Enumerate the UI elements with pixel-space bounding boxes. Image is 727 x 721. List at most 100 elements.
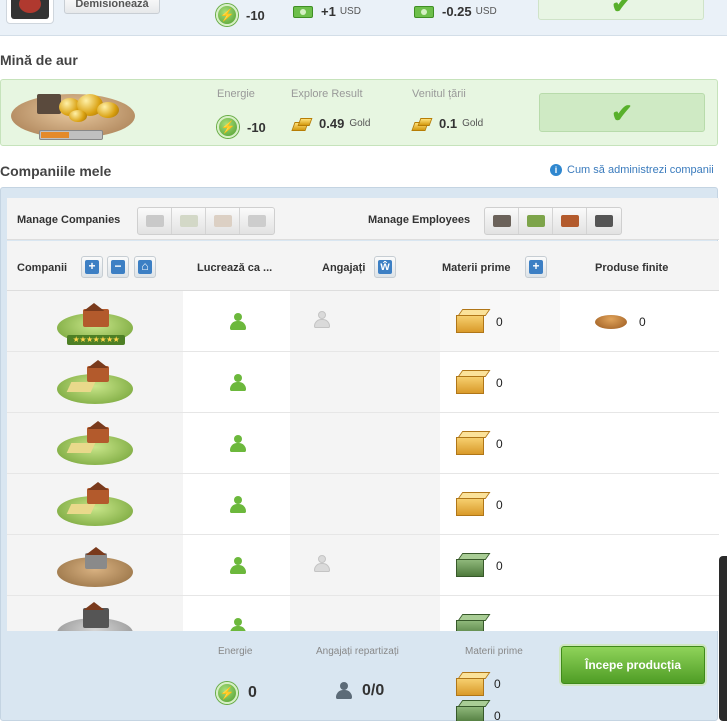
start-production-button[interactable]: Începe producția xyxy=(561,646,705,684)
gold-mine-illustration xyxy=(11,86,135,140)
employees-weapons-button[interactable] xyxy=(485,208,519,234)
work-as-manager-button[interactable] xyxy=(230,496,246,514)
bread-icon xyxy=(595,315,627,329)
money-icon xyxy=(414,5,434,18)
col-raw-materials: Materii prime xyxy=(442,262,511,274)
farm-icon[interactable] xyxy=(57,360,133,406)
table-row[interactable]: 0 xyxy=(7,413,719,474)
col-companies: Companii xyxy=(17,262,68,274)
table-row[interactable]: 0 xyxy=(7,352,719,413)
weapon-raw-icon xyxy=(456,614,491,631)
energy-icon: ⚡ xyxy=(216,682,238,704)
plus-icon: + xyxy=(85,260,99,274)
food-raw-icon xyxy=(456,492,491,516)
finished-stock: 0 xyxy=(639,315,646,329)
explore-result: 0.49 Gold xyxy=(293,116,370,131)
mine-done-indicator: ✔ xyxy=(539,93,705,132)
table-row[interactable]: 0 xyxy=(7,474,719,535)
farm-icon[interactable] xyxy=(57,482,133,528)
manage-employees-buttons xyxy=(484,207,622,235)
country-income-label: Venitul țării xyxy=(412,88,466,100)
gold-icon xyxy=(413,118,431,130)
upgrade-icon: ⌂ xyxy=(138,260,152,274)
upgrade-company-button[interactable]: ⌂ xyxy=(134,256,156,278)
work-as-manager-button[interactable] xyxy=(230,618,246,631)
weapon-factory-icon[interactable] xyxy=(57,604,133,631)
filter-food-button[interactable] xyxy=(206,208,240,234)
raw-stock: 0 xyxy=(496,376,503,390)
gold-icon xyxy=(293,118,311,130)
top-salary: +1 USD xyxy=(293,4,361,19)
add-company-button[interactable]: + xyxy=(81,256,103,278)
scrollbar[interactable] xyxy=(719,556,727,721)
raw-company-icon xyxy=(526,215,545,227)
footer-energy-label: Energie xyxy=(218,646,253,657)
food-raw-icon xyxy=(456,370,491,394)
minus-icon: − xyxy=(111,260,125,274)
manage-employees-label: Manage Employees xyxy=(368,214,471,226)
employee-slot-icon xyxy=(314,555,330,573)
weapon-raw-icon xyxy=(456,700,491,721)
top-tax: -0.25 USD xyxy=(414,4,497,19)
footer-raw-weapon: 0 xyxy=(494,709,501,721)
raw-stock: 0 xyxy=(496,437,503,451)
top-energy: ⚡ -10 xyxy=(216,4,265,26)
companies-panel: Manage Companies Manage Employees Compan… xyxy=(0,187,719,721)
employees-factory-button[interactable] xyxy=(587,208,621,234)
companies-title: Companiile mele xyxy=(0,163,112,179)
buy-raw-button[interactable]: + xyxy=(525,256,547,278)
col-employees: Angajați xyxy=(322,262,366,274)
employees-icon: ŵ xyxy=(378,260,392,274)
headquarters-icon[interactable]: ★★★★★★★ xyxy=(57,299,133,345)
factory-company-icon xyxy=(595,215,613,227)
resign-button[interactable]: Demisionează xyxy=(64,0,160,14)
remove-company-button[interactable]: − xyxy=(107,256,129,278)
info-icon: i xyxy=(550,164,562,176)
employees-raw-button[interactable] xyxy=(519,208,553,234)
filter-factory-button[interactable] xyxy=(240,208,274,234)
raw-stock: 0 xyxy=(496,498,503,512)
table-row[interactable] xyxy=(7,596,719,631)
table-row[interactable]: ★★★★★★★ 0 0 xyxy=(7,291,719,352)
country-avatar xyxy=(6,0,54,24)
mine-energy-label: Energie xyxy=(217,88,255,100)
energy-icon: ⚡ xyxy=(217,116,239,138)
companies-table-body: ★★★★★★★ 0 0 0 0 0 0 xyxy=(7,291,719,631)
footer-raw-food: 0 xyxy=(494,677,501,691)
work-as-manager-button[interactable] xyxy=(230,435,246,453)
manage-companies-label: Manage Companies xyxy=(17,214,121,226)
weapon-raw-mine-icon[interactable] xyxy=(57,543,133,589)
filter-raw-button[interactable] xyxy=(172,208,206,234)
employees-food-button[interactable] xyxy=(553,208,587,234)
work-as-manager-button[interactable] xyxy=(230,313,246,331)
footer-energy: ⚡ 0 xyxy=(216,682,257,704)
raw-company-icon xyxy=(179,215,198,227)
check-icon: ✔ xyxy=(611,97,633,128)
table-header: Companii + − ⌂ Lucrează ca ... Angajați … xyxy=(7,241,719,291)
footer-employees: 0/0 xyxy=(336,682,384,700)
help-link[interactable]: i Cum să administrezi companii xyxy=(550,164,714,176)
check-icon: ✔ xyxy=(611,0,633,19)
table-row[interactable]: 0 xyxy=(7,535,719,596)
employee-slot-icon xyxy=(314,311,330,329)
mine-energy: ⚡ -10 xyxy=(217,116,266,138)
weapon-company-icon xyxy=(145,215,164,227)
gold-mine-title: Mină de aur xyxy=(0,52,78,68)
work-as-manager-button[interactable] xyxy=(230,374,246,392)
weapon-company-icon xyxy=(492,215,511,227)
factory-company-icon xyxy=(248,215,266,227)
filter-weapons-button[interactable] xyxy=(138,208,172,234)
employees-icon xyxy=(336,682,352,700)
food-raw-icon xyxy=(456,672,491,696)
manage-bar: Manage Companies Manage Employees xyxy=(7,198,719,240)
farm-icon[interactable] xyxy=(57,421,133,467)
hire-employees-button[interactable]: ŵ xyxy=(374,256,396,278)
manage-companies-buttons xyxy=(137,207,275,235)
food-company-icon xyxy=(560,215,579,227)
raw-stock: 0 xyxy=(496,315,503,329)
weapon-raw-icon xyxy=(456,553,491,577)
footer-raw-label: Materii prime xyxy=(465,646,523,657)
work-as-manager-button[interactable] xyxy=(230,557,246,575)
money-icon xyxy=(293,5,313,18)
top-done-indicator: ✔ xyxy=(538,0,704,20)
